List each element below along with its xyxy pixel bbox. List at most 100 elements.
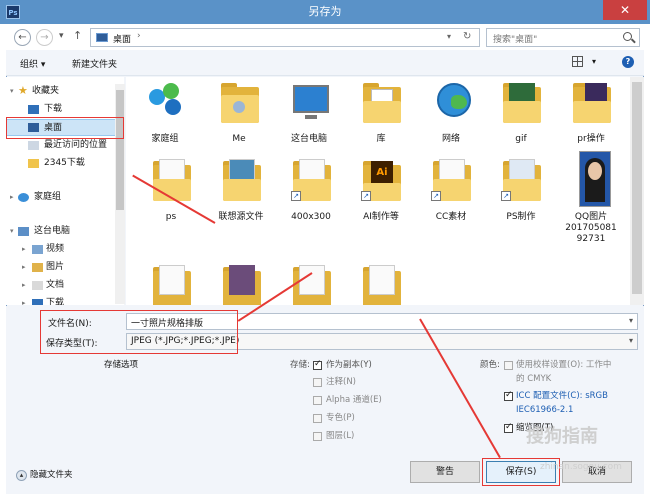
file-item-ai[interactable]: Ai ↗ AI制作等 (348, 157, 414, 231)
file-name: CC素材 (435, 212, 467, 222)
user-folder-icon (219, 79, 261, 125)
back-button[interactable]: ← (14, 29, 31, 46)
file-item-network[interactable]: 网络 (418, 79, 484, 153)
view-dropdown-icon[interactable]: ▾ (592, 57, 596, 66)
file-list: 家庭组 Me 这台电脑 库 网络 gif pr操作 ps 联想源文件 ↗ 400… (126, 77, 630, 305)
file-item-cc[interactable]: ↗ CC素材 (418, 157, 484, 231)
file-item-me[interactable]: Me (206, 79, 272, 153)
view-options-icon[interactable] (572, 56, 583, 67)
file-name: gif (515, 134, 527, 144)
sidebar-item-recent[interactable]: 最近访问的位置 (6, 137, 124, 154)
sidebar-item-pictures[interactable]: ▸ 图片 (6, 259, 124, 276)
file-item-this-pc[interactable]: 这台电脑 (276, 79, 342, 153)
file-name: 这台电脑 (290, 134, 327, 144)
file-item-lenovo[interactable]: 联想源文件 (208, 157, 274, 231)
filename-dropdown-icon[interactable]: ▾ (629, 316, 633, 325)
file-item-ps-make[interactable]: ↗ PS制作 (488, 157, 554, 231)
file-item-gif[interactable]: gif (488, 79, 554, 153)
sidebar-item-this-pc[interactable]: ▾ 这台电脑 (6, 223, 124, 240)
library-icon (361, 79, 403, 125)
folder-icon (221, 263, 263, 305)
filetype-dropdown-icon[interactable]: ▾ (629, 336, 633, 345)
sidebar-item-download[interactable]: 下载 (6, 101, 124, 118)
new-folder-button[interactable]: 新建文件夹 (72, 57, 117, 70)
file-item-qq-image[interactable]: QQ图片20170508192731 (558, 151, 624, 257)
file-item-pr[interactable]: pr操作 (558, 79, 624, 153)
file-name: QQ图片20170508192731 (565, 212, 617, 244)
folder-icon (291, 263, 333, 305)
address-dropdown-icon[interactable]: ▾ (447, 32, 451, 41)
sidebar-item-2345[interactable]: 2345下载 (6, 155, 124, 172)
file-item-folder[interactable] (208, 263, 274, 305)
file-name: 网络 (441, 134, 460, 144)
hide-folders-link[interactable]: 隐藏文件夹 (30, 468, 73, 482)
icc-checkbox[interactable] (504, 390, 513, 401)
file-item-homegroup[interactable]: 家庭组 (132, 79, 198, 153)
file-item-folder[interactable] (138, 263, 204, 305)
sidebar-item-favorites[interactable]: ▾ ★ 收藏夹 (6, 83, 124, 100)
spot-checkbox[interactable] (313, 414, 322, 423)
watermark-url: zhinan.sogou.com (540, 462, 622, 472)
content-scroll-thumb[interactable] (632, 82, 642, 294)
expand-icon[interactable]: ▸ (22, 241, 26, 258)
desktop-icon (96, 33, 108, 42)
notes-label: 注释(N) (326, 377, 356, 387)
address-bar[interactable]: 桌面 › ▾ ↻ (90, 28, 480, 47)
folder-icon (571, 79, 613, 125)
breadcrumb-chevron-icon[interactable]: › (137, 31, 141, 41)
collapse-icon[interactable]: ▾ (10, 83, 14, 100)
collapse-up-icon[interactable]: ▴ (16, 470, 27, 481)
expand-icon[interactable]: ▸ (22, 295, 26, 305)
thumbnail-checkbox[interactable] (504, 422, 513, 433)
folder-shortcut-icon: ↗ (291, 157, 333, 203)
alpha-checkbox[interactable] (313, 396, 322, 405)
sidebar-label: 文档 (46, 280, 65, 290)
collapse-icon[interactable]: ▾ (10, 223, 14, 240)
expand-icon[interactable]: ▸ (22, 277, 26, 294)
sidebar-label: 收藏夹 (32, 86, 60, 96)
forward-button[interactable]: → (36, 29, 53, 46)
layers-checkbox[interactable] (313, 432, 322, 441)
layers-label: 图层(L) (326, 431, 355, 441)
expand-icon[interactable]: ▸ (22, 259, 26, 276)
up-button[interactable]: ↑ (73, 29, 82, 42)
image-thumbnail-icon (571, 151, 613, 207)
color-label: 颜色: (480, 360, 500, 370)
file-name: 联想源文件 (218, 212, 264, 222)
address-text: 桌面 (113, 35, 132, 45)
sidebar-item-downloads[interactable]: ▸ 下载 (6, 295, 124, 305)
store-label: 存储: (290, 360, 310, 370)
help-icon[interactable]: ? (622, 56, 634, 68)
proof-checkbox[interactable] (504, 361, 513, 370)
icc-label: ICC 配置文件(C): sRGB IEC61966-2.1 (516, 391, 608, 415)
file-name: ps (165, 212, 177, 222)
sidebar-label: 最近访问的位置 (44, 140, 108, 150)
file-item-400x300[interactable]: ↗ 400x300 (278, 157, 344, 231)
sidebar-label: 下载 (44, 104, 63, 114)
download-folder-icon (28, 105, 39, 114)
recent-locations-button[interactable]: ▾ (59, 31, 64, 41)
organize-menu[interactable]: 组织 ▾ (20, 57, 45, 70)
close-button[interactable]: ✕ (603, 0, 647, 20)
file-item-ps[interactable]: ps (138, 157, 204, 231)
folder-icon (151, 263, 193, 305)
navigation-bar: ← → ▾ ↑ 桌面 › ▾ ↻ 搜索"桌面" (6, 24, 644, 50)
refresh-icon[interactable]: ↻ (463, 31, 471, 42)
as-copy-checkbox[interactable] (313, 359, 322, 370)
warning-button[interactable]: 警告 (410, 461, 480, 483)
notes-checkbox[interactable] (313, 378, 322, 387)
file-item-folder[interactable] (278, 263, 344, 305)
pictures-folder-icon (32, 263, 43, 272)
sidebar-item-homegroup[interactable]: ▸ 家庭组 (6, 189, 124, 206)
sidebar-item-videos[interactable]: ▸ 视频 (6, 241, 124, 258)
search-icon[interactable] (623, 32, 632, 41)
sidebar-scroll-thumb[interactable] (116, 90, 124, 210)
download-folder-icon (32, 299, 43, 305)
sidebar-item-documents[interactable]: ▸ 文档 (6, 277, 124, 294)
file-item-folder[interactable] (348, 263, 414, 305)
folder-icon (221, 157, 263, 203)
file-name: pr操作 (577, 134, 605, 144)
file-item-library[interactable]: 库 (348, 79, 414, 153)
search-box[interactable]: 搜索"桌面" (486, 28, 640, 47)
expand-icon[interactable]: ▸ (10, 189, 14, 206)
